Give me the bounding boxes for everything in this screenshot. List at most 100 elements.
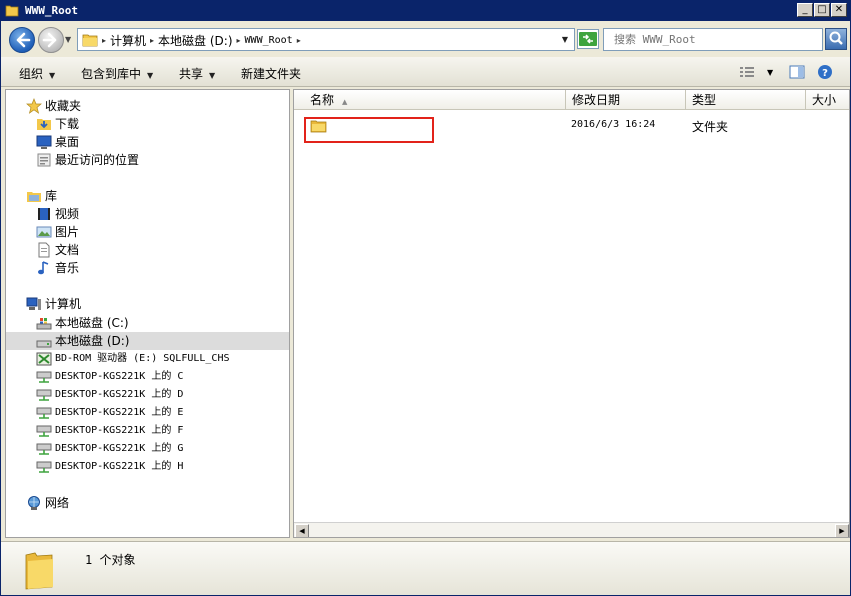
recent-pages-dropdown[interactable]: ▼ bbox=[65, 35, 75, 45]
nav-libraries-label: 库 bbox=[45, 189, 58, 203]
folder-icon bbox=[5, 5, 19, 17]
address-bar-area: ▼ ▸ 计算机 ▸ 本地磁盘 (D:) ▸ WWW_Root ▸ ▼ bbox=[1, 21, 850, 57]
breadcrumb: ▸ 计算机 ▸ 本地磁盘 (D:) ▸ WWW_Root ▸ bbox=[102, 32, 301, 49]
explorer-window: WWW_Root _ □ ✕ ▼ ▸ 计算机 ▸ 本地磁盘 (D:) ▸ WWW… bbox=[0, 0, 851, 596]
chevron-down-icon: ▼ bbox=[49, 71, 56, 80]
title-bar[interactable]: WWW_Root _ □ ✕ bbox=[1, 1, 850, 21]
optical-drive-icon bbox=[36, 352, 52, 366]
sort-ascending-icon: ▲ bbox=[342, 98, 348, 106]
nav-item-label: 下载 bbox=[55, 117, 80, 131]
share-label: 共享 bbox=[179, 67, 204, 81]
network-drive-icon bbox=[36, 407, 52, 419]
nav-network-label: 网络 bbox=[45, 496, 70, 510]
organize-menu[interactable]: 组织 ▼ bbox=[19, 65, 55, 82]
system-drive-icon bbox=[36, 318, 52, 330]
column-header-name[interactable]: 名称 ▲ bbox=[294, 90, 566, 110]
nav-item-label: BD-ROM 驱动器 (E:) SQLFULL_CHS bbox=[55, 353, 230, 364]
command-bar: 组织 ▼ 包含到库中 ▼ 共享 ▼ 新建文件夹 ▼ ? bbox=[1, 57, 850, 87]
minimize-button[interactable]: _ bbox=[797, 3, 813, 17]
nav-computer-label: 计算机 bbox=[45, 297, 82, 311]
folder-type: 文件夹 bbox=[692, 120, 729, 134]
address-box[interactable]: ▸ 计算机 ▸ 本地磁盘 (D:) ▸ WWW_Root ▸ ▼ bbox=[77, 28, 575, 51]
chevron-down-icon: ▼ bbox=[147, 71, 154, 80]
table-row[interactable]: 2016/6/3 16:24 文件夹 bbox=[294, 116, 849, 143]
chevron-down-icon[interactable]: ▼ bbox=[767, 68, 773, 77]
chevron-right-icon[interactable]: ▸ bbox=[237, 36, 241, 45]
desktop-icon bbox=[36, 135, 52, 149]
search-box[interactable] bbox=[603, 28, 823, 51]
picture-icon bbox=[36, 226, 52, 238]
network-icon bbox=[28, 496, 40, 510]
search-button[interactable] bbox=[825, 28, 847, 50]
breadcrumb-www-root[interactable]: WWW_Root bbox=[245, 35, 293, 46]
nav-item-label: DESKTOP-KGS221K 上的 C bbox=[55, 371, 184, 382]
folder-icon bbox=[82, 34, 98, 47]
include-in-library-menu[interactable]: 包含到库中 ▼ bbox=[81, 65, 153, 82]
nav-item-label: DESKTOP-KGS221K 上的 E bbox=[55, 407, 184, 418]
window-title: WWW_Root bbox=[25, 4, 78, 17]
network-drive-icon bbox=[36, 461, 52, 473]
column-name-label: 名称 bbox=[310, 93, 335, 107]
forward-button[interactable] bbox=[38, 27, 64, 53]
include-in-library-label: 包含到库中 bbox=[81, 67, 142, 81]
nav-item-label: 图片 bbox=[55, 225, 80, 239]
new-folder-button[interactable]: 新建文件夹 bbox=[241, 65, 301, 82]
nav-item-label: 桌面 bbox=[55, 135, 80, 149]
breadcrumb-computer[interactable]: 计算机 bbox=[110, 32, 146, 49]
breadcrumb-drive-d[interactable]: 本地磁盘 (D:) bbox=[158, 32, 232, 49]
nav-item-label: 文档 bbox=[55, 243, 80, 257]
star-icon bbox=[26, 98, 42, 114]
search-input[interactable] bbox=[608, 31, 820, 48]
column-header-row: 名称 ▲ 修改日期 类型 大小 bbox=[294, 90, 849, 110]
nav-item-label: 本地磁盘 (C:) bbox=[55, 316, 129, 330]
nav-item-label: DESKTOP-KGS221K 上的 D bbox=[55, 389, 184, 400]
chevron-right-icon[interactable]: ▸ bbox=[102, 36, 106, 45]
file-list-pane[interactable]: 名称 ▲ 修改日期 类型 大小 2016/6/3 16:24 文件夹 ◀ ▶ bbox=[293, 89, 850, 538]
navigation-pane[interactable]: 收藏夹 下载 桌面 最近访问的位置 库 视频 图片 文档 音乐 计算机 本地磁盘… bbox=[5, 89, 290, 538]
nav-item-label: 音乐 bbox=[55, 261, 80, 275]
column-header-type[interactable]: 类型 bbox=[686, 90, 806, 110]
music-icon bbox=[38, 261, 49, 275]
close-button[interactable]: ✕ bbox=[831, 3, 847, 17]
folder-name-highlight-box[interactable] bbox=[304, 117, 434, 143]
nav-item-label: DESKTOP-KGS221K 上的 H bbox=[55, 461, 184, 472]
drive-icon bbox=[36, 340, 52, 348]
folder-modified-date: 2016/6/3 16:24 bbox=[571, 119, 656, 130]
horizontal-scrollbar[interactable]: ◀ ▶ bbox=[294, 522, 849, 537]
scroll-right-button[interactable]: ▶ bbox=[835, 524, 849, 537]
folder-icon bbox=[25, 552, 53, 590]
svg-text:?: ? bbox=[822, 68, 828, 79]
nav-item-label: DESKTOP-KGS221K 上的 G bbox=[55, 443, 184, 454]
details-pane: 1 个对象 bbox=[1, 541, 850, 595]
preview-pane-icon[interactable] bbox=[789, 64, 805, 80]
chevron-right-icon[interactable]: ▸ bbox=[150, 36, 154, 45]
nav-favorites-label: 收藏夹 bbox=[45, 99, 82, 113]
object-count: 1 个对象 bbox=[85, 553, 136, 567]
scroll-left-button[interactable]: ◀ bbox=[295, 524, 309, 537]
search-icon bbox=[829, 31, 843, 45]
refresh-button[interactable] bbox=[577, 29, 599, 49]
maximize-button[interactable]: □ bbox=[814, 3, 830, 17]
chevron-right-icon[interactable]: ▸ bbox=[297, 36, 301, 45]
share-menu[interactable]: 共享 ▼ bbox=[179, 65, 215, 82]
network-drive-icon bbox=[36, 371, 52, 383]
video-icon bbox=[38, 208, 50, 220]
arrow-left-icon bbox=[16, 32, 31, 48]
column-header-size[interactable]: 大小 bbox=[806, 90, 849, 110]
network-drive-icon bbox=[36, 425, 52, 437]
organize-label: 组织 bbox=[19, 67, 44, 81]
column-header-modified[interactable]: 修改日期 bbox=[566, 90, 686, 110]
computer-icon bbox=[26, 297, 41, 310]
nav-item-label: 视频 bbox=[55, 207, 80, 221]
help-icon[interactable]: ? bbox=[817, 64, 833, 80]
downloads-folder-icon bbox=[37, 119, 51, 130]
chevron-down-icon: ▼ bbox=[209, 71, 216, 80]
back-button[interactable] bbox=[9, 27, 35, 53]
nav-item-label: 本地磁盘 (D:) bbox=[55, 334, 130, 348]
view-options-icon[interactable] bbox=[739, 64, 755, 80]
library-icon bbox=[27, 192, 41, 202]
document-icon bbox=[38, 242, 50, 258]
network-drive-icon bbox=[36, 443, 52, 455]
arrow-right-icon bbox=[42, 32, 57, 48]
chevron-down-icon[interactable]: ▼ bbox=[562, 35, 568, 44]
